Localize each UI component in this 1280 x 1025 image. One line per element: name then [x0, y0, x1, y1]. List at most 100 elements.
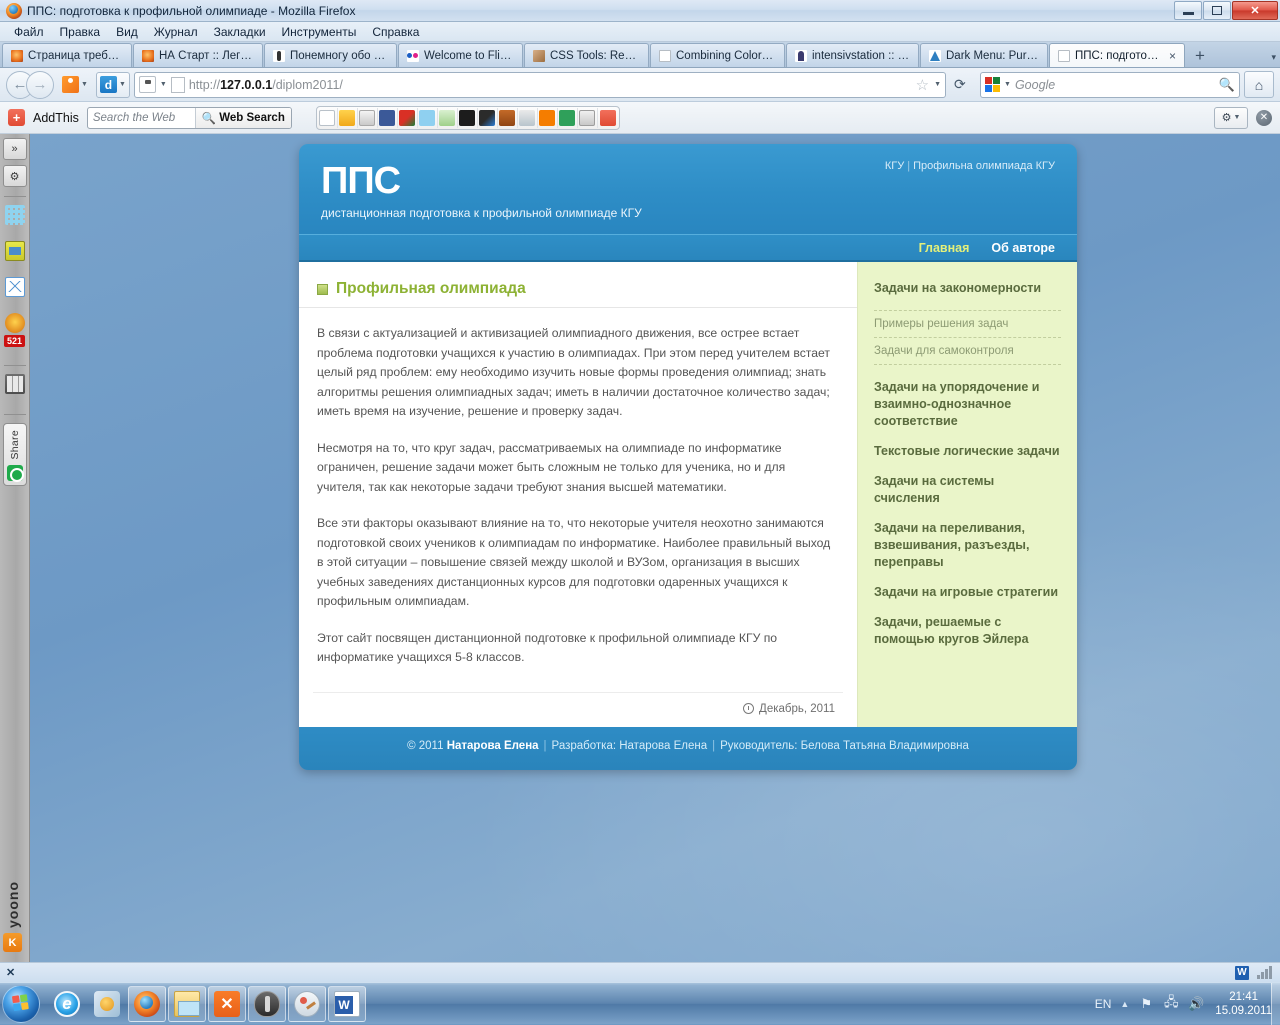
- delicious-icon[interactable]: [478, 108, 498, 128]
- forward-button[interactable]: →: [26, 71, 54, 99]
- tab-1[interactable]: НА Старт :: Легкая...: [133, 43, 263, 67]
- yoono-expand-button[interactable]: »: [3, 138, 27, 160]
- network-icon[interactable]: 🖧: [1163, 996, 1179, 1012]
- menu-tools[interactable]: Инструменты: [274, 23, 365, 41]
- close-button[interactable]: ✕: [1232, 1, 1278, 20]
- stumble-beaver-icon[interactable]: [498, 108, 518, 128]
- menu-help[interactable]: Справка: [364, 23, 427, 41]
- tab-4[interactable]: CSS Tools: Reset C...: [524, 43, 649, 67]
- addthis-plus-icon[interactable]: [598, 108, 618, 128]
- clock[interactable]: 21:41 15.09.2011: [1213, 990, 1272, 1018]
- flag-icon[interactable]: ⚑: [1138, 996, 1154, 1012]
- breadcrumb-kgu[interactable]: КГУ: [885, 160, 904, 172]
- tab-7[interactable]: Dark Menu: Pure C...: [920, 43, 1048, 67]
- web-search-label: Web Search: [219, 112, 285, 124]
- tab-0[interactable]: Страница требует...: [2, 43, 132, 67]
- mymail-icon[interactable]: [458, 108, 478, 128]
- caret-up-icon[interactable]: ▲: [1120, 999, 1129, 1009]
- taskbar-item-xampp[interactable]: ✕: [208, 986, 246, 1022]
- grid-icon[interactable]: [5, 205, 25, 225]
- taskbar-item-word[interactable]: [328, 986, 366, 1022]
- addthis-settings-button[interactable]: ⚙ ▼: [1214, 107, 1248, 129]
- chevron-down-icon[interactable]: ▾: [1271, 52, 1276, 63]
- nav-home[interactable]: Главная: [919, 241, 970, 255]
- minimize-button[interactable]: [1174, 1, 1202, 20]
- email-icon[interactable]: [318, 108, 338, 128]
- tab-label: Dark Menu: Pure C...: [946, 50, 1039, 62]
- show-desktop-button[interactable]: [1271, 983, 1280, 1025]
- home-button[interactable]: ⌂: [1244, 71, 1274, 98]
- taskbar-item-world-of-tanks[interactable]: [248, 986, 286, 1022]
- myspace-icon[interactable]: [438, 108, 458, 128]
- sidebar-item-pouring[interactable]: Задачи на переливания, взвешивания, разъ…: [874, 520, 1061, 571]
- web-search-input[interactable]: Search the Web: [88, 108, 195, 128]
- address-bar[interactable]: ▼ http://127.0.0.1/diplom2011/ ☆ ▼: [134, 72, 946, 98]
- search-icon[interactable]: 🔍: [1219, 77, 1235, 93]
- status-row-icons: W: [1235, 966, 1272, 980]
- photo-icon[interactable]: [5, 241, 25, 261]
- tab-2[interactable]: Понемногу обо вс...: [264, 43, 397, 67]
- panel-icon[interactable]: [5, 374, 25, 394]
- sidebar-item-patterns[interactable]: Задачи на закономерности: [874, 280, 1061, 297]
- taskbar-item-paint[interactable]: [288, 986, 326, 1022]
- facebook-icon[interactable]: [378, 108, 398, 128]
- menu-view[interactable]: Вид: [108, 23, 146, 41]
- close-icon[interactable]: ✕: [6, 966, 15, 979]
- tab-6[interactable]: intensivstation :: C...: [786, 43, 919, 67]
- volume-icon[interactable]: 🔊: [1188, 996, 1204, 1012]
- google-icon[interactable]: [398, 108, 418, 128]
- nav-about-author[interactable]: Об авторе: [991, 241, 1055, 255]
- print-icon[interactable]: [358, 108, 378, 128]
- bookmark-icon[interactable]: [578, 108, 598, 128]
- menu-file[interactable]: Файл: [6, 23, 52, 41]
- addthis-search[interactable]: Search the Web 🔍 Web Search: [87, 107, 292, 129]
- download-manager-button[interactable]: d ▼: [96, 72, 130, 98]
- web-search-button[interactable]: 🔍 Web Search: [195, 108, 291, 128]
- taskbar-item-firefox[interactable]: [128, 986, 166, 1022]
- sidebar-item-number-systems[interactable]: Задачи на системы счисления: [874, 473, 1061, 507]
- sidebar-item-game-strategies[interactable]: Задачи на игровые стратегии: [874, 584, 1061, 601]
- favorites-star-icon[interactable]: [338, 108, 358, 128]
- taskbar-item-internet-explorer[interactable]: [48, 986, 86, 1022]
- kongregate-button[interactable]: ▼: [58, 72, 92, 98]
- sidebar-item-ordering[interactable]: Задачи на упорядочение и взаимно-однозна…: [874, 379, 1061, 430]
- bookmark-star-icon[interactable]: ☆: [916, 76, 929, 94]
- addthis-close-button[interactable]: ✕: [1256, 110, 1272, 126]
- restore-button[interactable]: [1203, 1, 1231, 20]
- windows-taskbar: ✕ W ✕ EN ▲ ⚑ 🖧 🔊 21:41 15.09.2011: [0, 962, 1280, 1024]
- language-indicator[interactable]: EN: [1095, 997, 1112, 1011]
- share-button[interactable]: Share: [3, 423, 27, 486]
- start-button[interactable]: [2, 985, 40, 1023]
- taskbar-item-windows-media-player[interactable]: [88, 986, 126, 1022]
- paragraph-3: Все эти факторы оказывают влияние на то,…: [317, 514, 835, 612]
- search-bar[interactable]: ▼ Google 🔍: [980, 72, 1240, 98]
- stumbleupon-icon[interactable]: [558, 108, 578, 128]
- tab-8-active[interactable]: ППС: подготов... ×: [1049, 43, 1185, 67]
- search-input[interactable]: Google: [1015, 78, 1215, 92]
- sidebar-subitem-examples[interactable]: Примеры решения задач: [874, 310, 1061, 337]
- tab-3[interactable]: Welcome to Flickr!: [398, 43, 523, 67]
- tab-label: Понемногу обо вс...: [290, 50, 388, 62]
- taskbar-item-explorer[interactable]: [168, 986, 206, 1022]
- star-icon[interactable]: [5, 313, 25, 333]
- breadcrumb-olympiad[interactable]: Профильна олимпиада КГУ: [913, 160, 1055, 172]
- diigo-icon[interactable]: [518, 108, 538, 128]
- tab-5[interactable]: Combining Colors ...: [650, 43, 785, 67]
- blogger-icon[interactable]: [538, 108, 558, 128]
- sidebar-item-euler-circles[interactable]: Задачи, решаемые с помощью кругов Эйлера: [874, 614, 1061, 648]
- menu-edit[interactable]: Правка: [52, 23, 109, 41]
- new-tab-button[interactable]: +: [1189, 45, 1211, 67]
- twitter-icon[interactable]: [418, 108, 438, 128]
- reload-button[interactable]: ⟳: [950, 72, 976, 98]
- yoono-settings-button[interactable]: ⚙: [3, 165, 27, 187]
- sidebar-subitem-selfcheck[interactable]: Задачи для самоконтроля: [874, 337, 1061, 365]
- sidebar-item-text-logic[interactable]: Текстовые логические задачи: [874, 443, 1061, 460]
- xampp-icon: ✕: [214, 991, 240, 1017]
- identity-lock-icon[interactable]: [139, 76, 156, 93]
- close-icon[interactable]: ×: [1169, 49, 1176, 63]
- mail-icon[interactable]: [5, 277, 25, 297]
- menu-bookmarks[interactable]: Закладки: [206, 23, 274, 41]
- portrait-icon: [533, 50, 545, 62]
- clock-date: 15.09.2011: [1215, 1004, 1272, 1018]
- menu-history[interactable]: Журнал: [146, 23, 206, 41]
